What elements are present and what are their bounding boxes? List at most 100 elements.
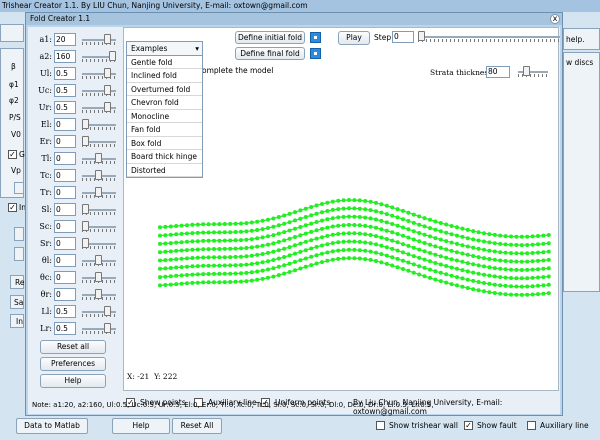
fold-point	[276, 273, 281, 278]
examples-select[interactable]: Examples ▾	[127, 42, 202, 56]
param-input[interactable]: 0.5	[54, 84, 76, 97]
param-input[interactable]: 0	[54, 118, 76, 131]
app-auxiliary-line-checkbox[interactable]	[527, 421, 536, 430]
param-slider[interactable]	[82, 289, 116, 301]
param-slider[interactable]	[82, 272, 116, 284]
bg-button-partial[interactable]	[14, 227, 24, 241]
slider-thumb[interactable]	[95, 289, 102, 299]
param-input[interactable]: 0	[54, 186, 76, 199]
param-input[interactable]: 20	[54, 33, 76, 46]
bg-button-re[interactable]: Re	[10, 275, 25, 289]
examples-menu-item[interactable]: Board thick hinge	[127, 150, 202, 164]
reset-all-button[interactable]: Reset all	[40, 340, 106, 354]
param-input[interactable]: 0	[54, 288, 76, 301]
slider-thumb[interactable]	[104, 85, 111, 95]
play-button[interactable]: Play	[338, 31, 370, 45]
bg-button-partial[interactable]	[14, 182, 24, 194]
slider-thumb[interactable]	[104, 306, 111, 316]
bg-button-in2[interactable]: In	[10, 314, 24, 328]
fold-point	[217, 280, 222, 285]
initial-fold-toggle-icon[interactable]	[310, 32, 321, 43]
bg-checkbox-g[interactable]: ✓	[8, 150, 17, 159]
define-final-fold-button[interactable]: Define final fold	[235, 47, 305, 60]
param-input[interactable]: 0	[54, 237, 76, 250]
preferences-button[interactable]: Preferences	[40, 357, 106, 371]
examples-menu-item[interactable]: Chevron fold	[127, 96, 202, 110]
param-input[interactable]: 0	[54, 152, 76, 165]
param-slider[interactable]	[82, 306, 116, 318]
slider-thumb[interactable]	[95, 272, 102, 282]
param-slider[interactable]	[82, 238, 116, 250]
app-help-button[interactable]: Help	[112, 418, 170, 434]
examples-menu-item[interactable]: Distorted	[127, 164, 202, 177]
param-input[interactable]: 160	[54, 50, 76, 63]
slider-thumb[interactable]	[104, 68, 111, 78]
slider-thumb[interactable]	[82, 238, 89, 248]
fold-point	[487, 240, 492, 245]
param-slider[interactable]	[82, 204, 116, 216]
app-reset-all-button[interactable]: Reset All	[172, 418, 222, 434]
param-slider[interactable]	[82, 221, 116, 233]
examples-menu-item[interactable]: Gentle fold	[127, 56, 202, 69]
slider-thumb[interactable]	[82, 221, 89, 231]
step-slider[interactable]	[418, 31, 560, 43]
examples-menu-item[interactable]: Fan fold	[127, 123, 202, 137]
slider-thumb[interactable]	[104, 323, 111, 333]
param-slider[interactable]	[82, 255, 116, 267]
param-slider[interactable]	[82, 102, 116, 114]
fold-point	[314, 253, 319, 258]
slider-thumb[interactable]	[95, 153, 102, 163]
slider-thumb[interactable]	[104, 102, 111, 112]
slider-thumb[interactable]	[82, 119, 89, 129]
slider-thumb[interactable]	[82, 204, 89, 214]
param-slider[interactable]	[82, 119, 116, 131]
define-initial-fold-button[interactable]: Define initial fold	[235, 31, 305, 44]
close-icon[interactable]: x	[550, 14, 560, 24]
slider-thumb[interactable]	[109, 51, 116, 61]
slider-thumb[interactable]	[95, 170, 102, 180]
examples-menu-item[interactable]: Monocline	[127, 110, 202, 123]
examples-menu-item[interactable]: Overturned fold	[127, 83, 202, 96]
param-input[interactable]: 0.5	[54, 305, 76, 318]
show-trishear-wall-checkbox[interactable]	[376, 421, 385, 430]
step-input[interactable]: 0	[392, 31, 414, 43]
param-slider[interactable]	[82, 68, 116, 80]
param-input[interactable]: 0.5	[54, 322, 76, 335]
help-button[interactable]: Help	[40, 374, 106, 388]
examples-menu-item[interactable]: Inclined fold	[127, 69, 202, 83]
slider-thumb[interactable]	[95, 187, 102, 197]
bg-help-partial[interactable]: help.	[563, 28, 600, 50]
param-slider[interactable]	[82, 34, 116, 46]
param-slider[interactable]	[82, 85, 116, 97]
slider-thumb[interactable]	[82, 136, 89, 146]
slider-thumb[interactable]	[95, 255, 102, 265]
final-fold-toggle-icon[interactable]	[310, 48, 321, 59]
param-input[interactable]: 0	[54, 254, 76, 267]
param-slider[interactable]	[82, 323, 116, 335]
param-input[interactable]: 0.5	[54, 67, 76, 80]
examples-menu-item[interactable]: Box fold	[127, 137, 202, 150]
param-slider[interactable]	[82, 153, 116, 165]
param-input[interactable]: 0	[54, 203, 76, 216]
slider-thumb[interactable]	[418, 31, 425, 41]
param-input[interactable]: 0	[54, 220, 76, 233]
bg-checkbox-in[interactable]: ✓	[8, 203, 17, 212]
fold-point	[482, 272, 486, 277]
param-input[interactable]: 0	[54, 135, 76, 148]
param-slider[interactable]	[82, 187, 116, 199]
show-fault-checkbox[interactable]: ✓	[464, 421, 473, 430]
param-slider[interactable]	[82, 51, 116, 63]
param-slider[interactable]	[82, 170, 116, 182]
examples-dropdown[interactable]: Examples ▾ Gentle fold Inclined fold Overt…	[126, 41, 203, 178]
param-input[interactable]: 0	[54, 271, 76, 284]
slider-thumb[interactable]	[104, 34, 111, 44]
fold-point	[249, 262, 254, 266]
bg-button-partial[interactable]	[14, 247, 24, 261]
param-input[interactable]: 0.5	[54, 101, 76, 114]
bg-button-sa[interactable]: Sa	[10, 295, 24, 309]
bg-button-partial[interactable]	[0, 24, 24, 42]
param-slider[interactable]	[82, 136, 116, 148]
data-to-matlab-button[interactable]: Data to Matlab	[16, 418, 88, 434]
param-input[interactable]: 0	[54, 169, 76, 182]
dialog-title-bar[interactable]: Fold Creator 1.1	[26, 13, 562, 25]
